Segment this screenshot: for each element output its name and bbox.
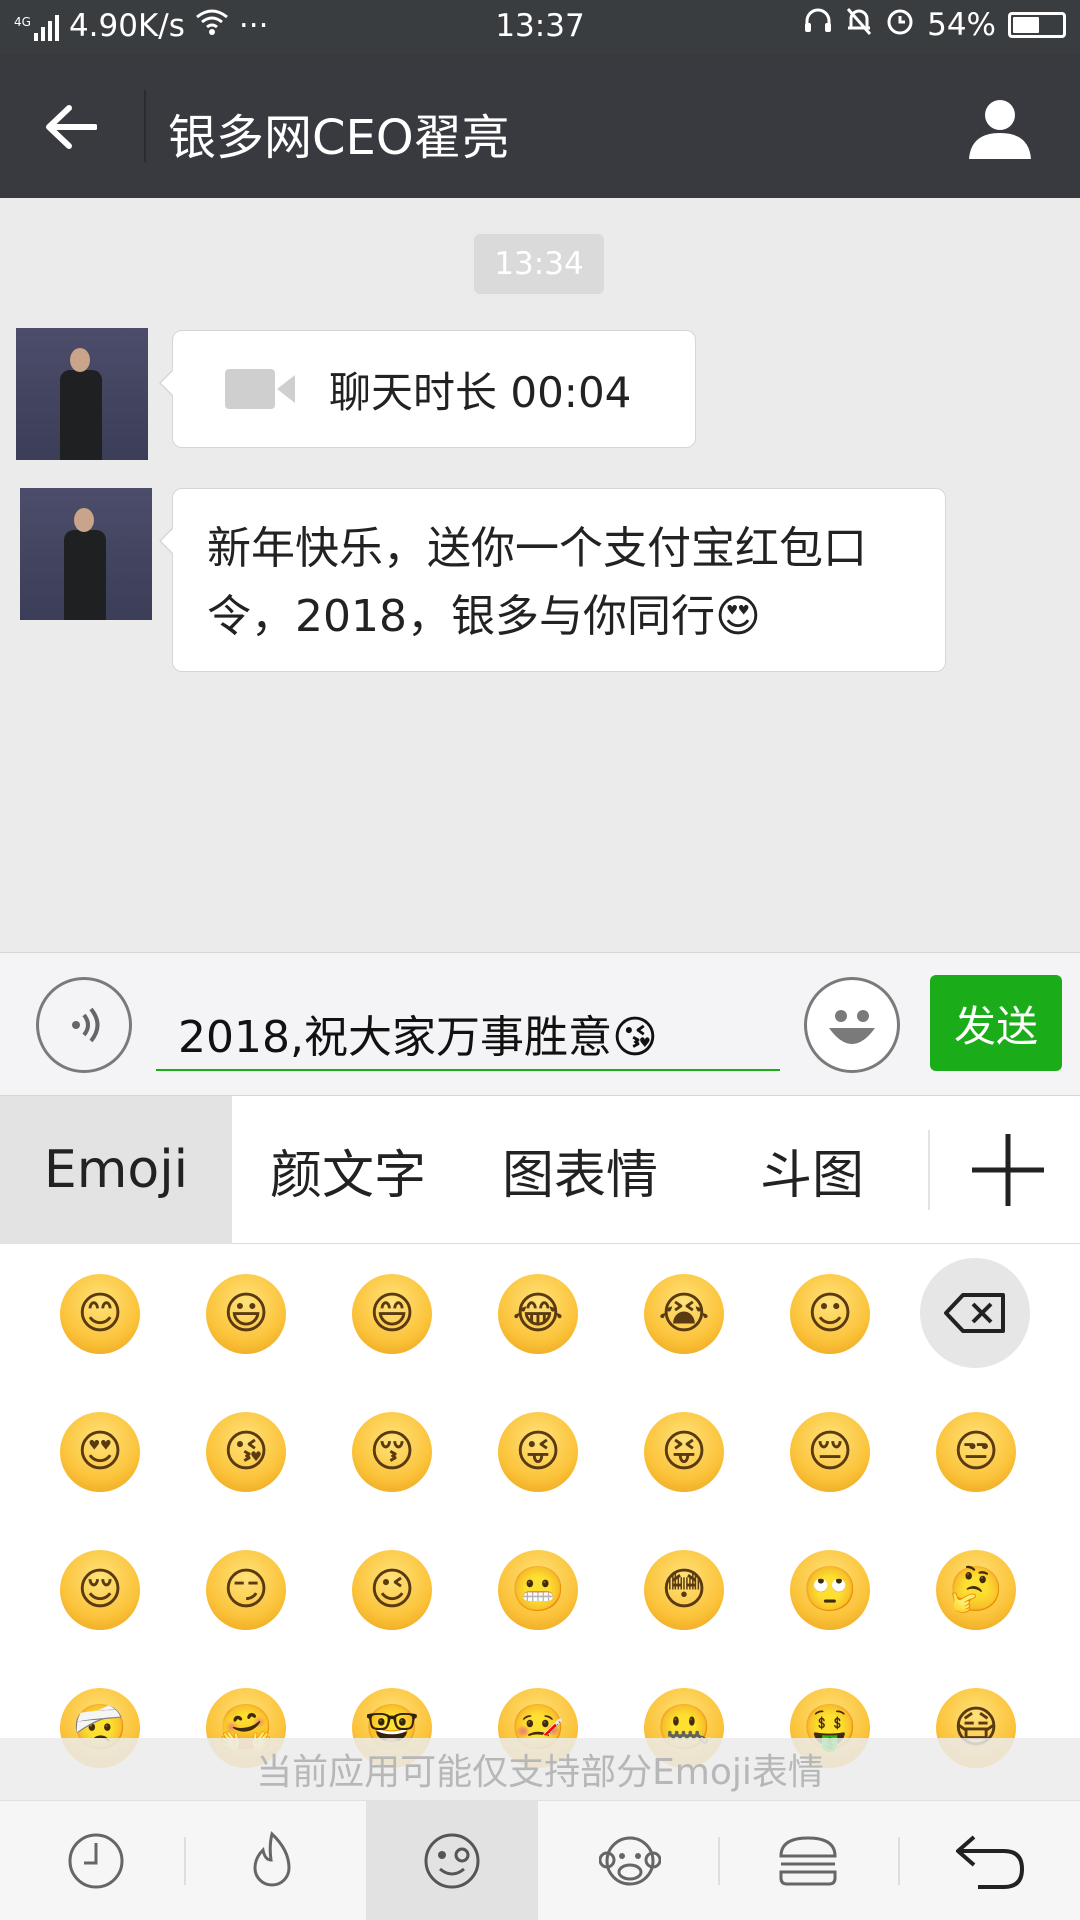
bottom-divider <box>718 1837 720 1885</box>
person-icon <box>969 100 1031 159</box>
emoji-key[interactable]: 😔 <box>790 1412 870 1492</box>
emoji-support-notice: 当前应用可能仅支持部分Emoji表情 <box>0 1738 1080 1800</box>
emoji-key[interactable]: 😒 <box>936 1412 1016 1492</box>
text-message[interactable]: 新年快乐，送你一个支付宝红包口令，2018，银多与你同行😍 <box>159 488 946 672</box>
battery-icon <box>1008 12 1066 38</box>
smiley-icon <box>829 1010 875 1044</box>
delete-button[interactable] <box>920 1258 1030 1368</box>
plus-icon[interactable] <box>966 1128 1050 1212</box>
voice-icon <box>72 1007 100 1043</box>
message-text: 新年快乐，送你一个支付宝红包口令，2018，银多与你同行😍 <box>207 523 867 642</box>
emoji-key[interactable]: 😚 <box>352 1412 432 1492</box>
emoji-key[interactable]: 😬 <box>498 1550 578 1630</box>
burger-icon <box>779 1836 837 1886</box>
emoji-key[interactable]: 😭 <box>644 1274 724 1354</box>
tab-divider <box>928 1130 930 1210</box>
message-input[interactable]: 2018,祝大家万事胜意😘 <box>156 977 780 1071</box>
tab-meme[interactable]: 斗图 <box>696 1096 928 1244</box>
emoji-key[interactable]: 😉 <box>352 1550 432 1630</box>
clock-icon <box>68 1833 124 1889</box>
emoji-key[interactable]: 😜 <box>498 1412 578 1492</box>
emoji-key[interactable]: 😂 <box>498 1274 578 1354</box>
bottom-divider <box>898 1837 900 1885</box>
emoji-key[interactable]: 😄 <box>352 1274 432 1354</box>
title-divider <box>144 90 146 162</box>
tab-kaomoji[interactable]: 颜文字 <box>232 1096 464 1244</box>
battery-percent: 54% <box>927 7 996 43</box>
video-camera-icon <box>225 369 295 409</box>
chat-header: 银多网CEO翟亮 <box>0 54 1080 198</box>
emoji-key[interactable]: 😳 <box>644 1550 724 1630</box>
emoji-key[interactable]: 😏 <box>206 1550 286 1630</box>
monkey-icon <box>599 1836 661 1886</box>
tab-emoji[interactable]: Emoji <box>0 1096 232 1244</box>
send-button[interactable]: 发送 <box>930 975 1062 1071</box>
emoji-category-tab[interactable] <box>366 1801 538 1920</box>
status-right: 54% <box>803 6 1066 44</box>
emoji-key[interactable]: 😍 <box>60 1412 140 1492</box>
status-bar: 4G 4.90K/s ··· 13:37 54% <box>0 0 1080 54</box>
hot-tab[interactable] <box>216 1801 328 1920</box>
bell-off-icon <box>845 6 873 44</box>
avatar[interactable] <box>16 328 148 460</box>
video-call-message[interactable]: 聊天时长 00:04 <box>159 330 696 448</box>
keyboard-tabs: Emoji 颜文字 图表情 斗图 <box>0 1096 1080 1244</box>
message-timestamp: 13:34 <box>474 234 604 294</box>
emoji-key[interactable]: 😃 <box>206 1274 286 1354</box>
back-button[interactable] <box>36 92 106 162</box>
animal-tab[interactable] <box>574 1801 686 1920</box>
backspace-icon <box>944 1293 1005 1333</box>
return-button[interactable] <box>934 1801 1046 1920</box>
emoji-key[interactable]: 😊 <box>60 1274 140 1354</box>
emoji-key[interactable]: 😘 <box>206 1412 286 1492</box>
fire-icon <box>253 1831 291 1887</box>
alarm-icon <box>885 6 915 44</box>
emoji-key[interactable]: 😝 <box>644 1412 724 1492</box>
bottom-divider <box>184 1837 186 1885</box>
voice-button[interactable] <box>36 977 132 1073</box>
food-tab[interactable] <box>752 1801 864 1920</box>
input-bar: 2018,祝大家万事胜意😘 发送 <box>0 952 1080 1096</box>
emoji-grid: 😊 😃 😄 😂 😭 ☺ 😍 😘 😚 😜 😝 😔 😒 😌 😏 😉 😬 😳 🙄 🤔 🤕 🤗 🤓 🤒 🤐 🤑 😷 当前应用可能仅支持部分Em… <box>0 1244 1080 1800</box>
recent-tab[interactable] <box>40 1801 152 1920</box>
return-icon <box>956 1835 1025 1889</box>
emoji-key[interactable]: 🤔 <box>936 1550 1016 1630</box>
chat-title: 银多网CEO翟亮 <box>168 110 510 166</box>
profile-button[interactable] <box>964 92 1036 164</box>
headset-icon <box>803 7 833 43</box>
emoji-key[interactable]: 😌 <box>60 1550 140 1630</box>
emoji-toggle-button[interactable] <box>804 977 900 1073</box>
call-duration: 聊天时长 00:04 <box>329 367 632 417</box>
emoji-face-icon <box>424 1833 480 1889</box>
tab-sticker[interactable]: 图表情 <box>464 1096 696 1244</box>
emoji-key[interactable]: ☺ <box>790 1274 870 1354</box>
arrow-left-icon <box>46 105 97 149</box>
avatar[interactable] <box>20 488 152 620</box>
chat-area[interactable]: 13:34 聊天时长 00:04 新年快乐，送你一个支付宝红包口令，2018，银… <box>0 198 1080 952</box>
emoji-key[interactable]: 🙄 <box>790 1550 870 1630</box>
keyboard-bottom-bar <box>0 1800 1080 1920</box>
